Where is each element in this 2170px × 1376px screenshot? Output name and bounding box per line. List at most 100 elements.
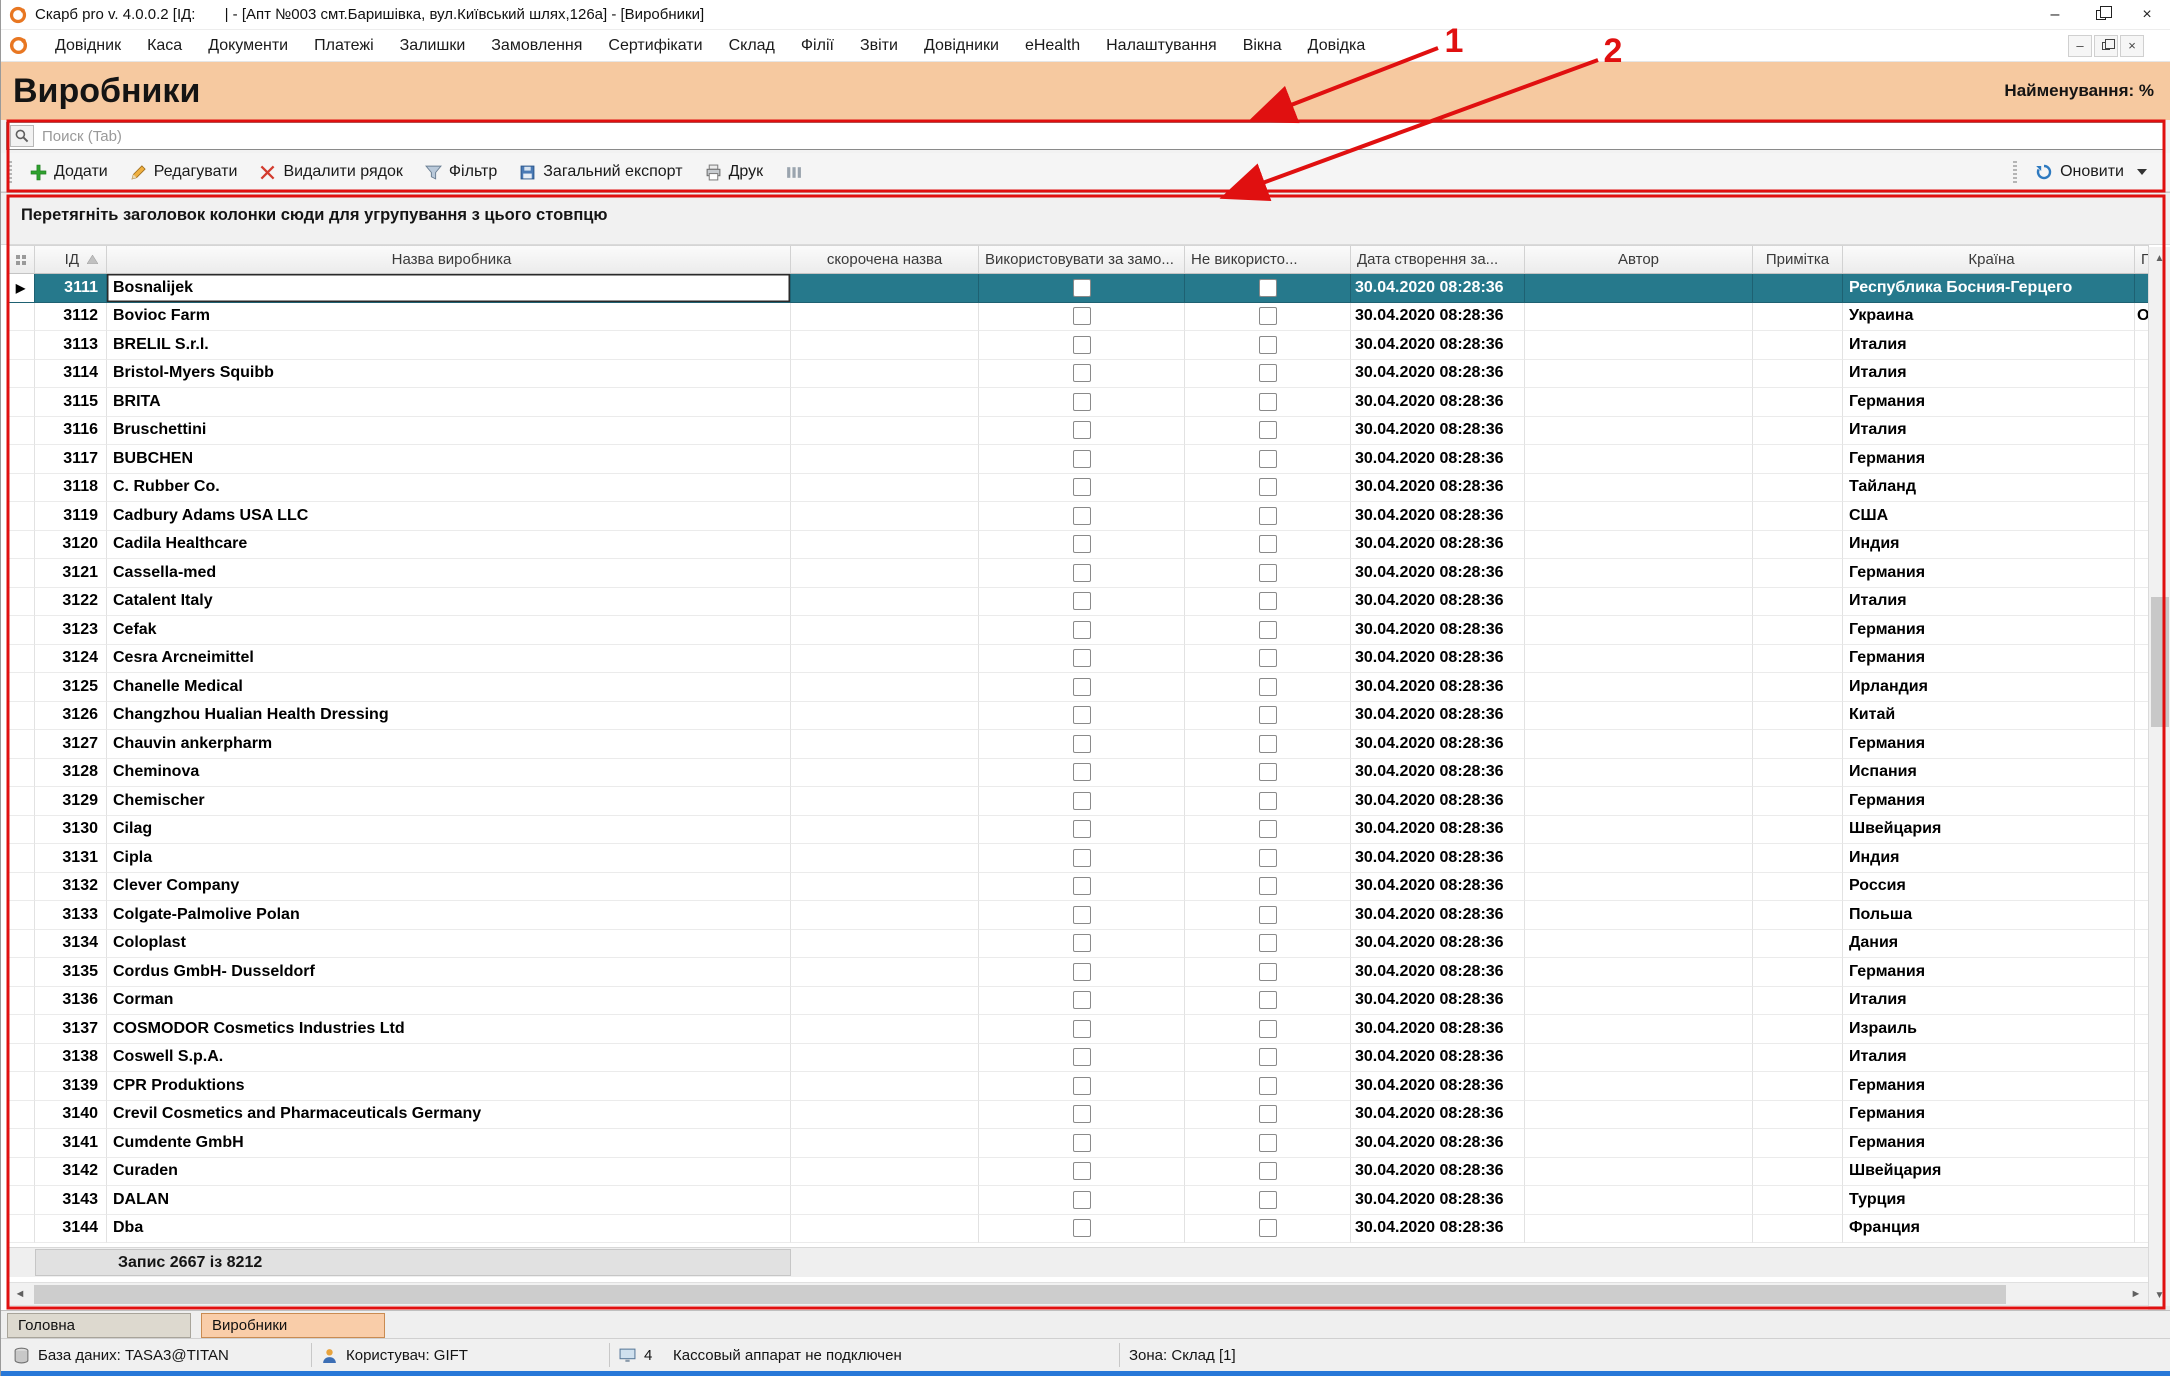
column-header-partial[interactable]: П xyxy=(2135,246,2149,273)
cell-not-used[interactable] xyxy=(1185,303,1351,332)
mdi-close-button[interactable]: × xyxy=(2120,35,2144,57)
close-button[interactable]: × xyxy=(2124,0,2170,29)
table-row[interactable]: 3129Chemischer30.04.2020 08:28:36Германи… xyxy=(7,787,2149,816)
cell-use-by-default[interactable] xyxy=(979,1101,1185,1130)
menu-item[interactable]: Довідник xyxy=(42,37,134,55)
cell-not-used[interactable] xyxy=(1185,958,1351,987)
table-row[interactable]: 3118C. Rubber Co.30.04.2020 08:28:36Тайл… xyxy=(7,474,2149,503)
vertical-scrollbar[interactable]: ▲ ▼ xyxy=(2148,247,2170,1306)
table-row[interactable]: 3123Cefak30.04.2020 08:28:36Германия xyxy=(7,616,2149,645)
cell-not-used[interactable] xyxy=(1185,987,1351,1016)
checkbox-unchecked[interactable] xyxy=(1259,421,1277,439)
print-button[interactable]: Друк xyxy=(694,157,775,187)
add-button[interactable]: Додати xyxy=(19,157,119,187)
menu-item[interactable]: Платежі xyxy=(301,37,387,55)
checkbox-unchecked[interactable] xyxy=(1073,1020,1091,1038)
checkbox-unchecked[interactable] xyxy=(1259,906,1277,924)
menu-item[interactable]: Замовлення xyxy=(478,37,595,55)
column-header-country[interactable]: Країна xyxy=(1843,246,2135,273)
cell-use-by-default[interactable] xyxy=(979,1186,1185,1215)
table-row[interactable]: 3117BUBCHEN30.04.2020 08:28:36Германия xyxy=(7,445,2149,474)
cell-not-used[interactable] xyxy=(1185,930,1351,959)
cell-use-by-default[interactable] xyxy=(979,1129,1185,1158)
menu-item[interactable]: Вікна xyxy=(1230,37,1295,55)
menu-item[interactable]: Сертифікати xyxy=(595,37,715,55)
cell-use-by-default[interactable] xyxy=(979,1072,1185,1101)
minimize-button[interactable]: – xyxy=(2032,0,2078,29)
table-row[interactable]: 3120Cadila Healthcare30.04.2020 08:28:36… xyxy=(7,531,2149,560)
table-row[interactable]: 3122Catalent Italy30.04.2020 08:28:36Ита… xyxy=(7,588,2149,617)
checkbox-unchecked[interactable] xyxy=(1259,706,1277,724)
mdi-restore-button[interactable] xyxy=(2094,35,2118,57)
cell-not-used[interactable] xyxy=(1185,388,1351,417)
vertical-scroll-thumb[interactable] xyxy=(2151,597,2169,727)
table-row[interactable]: 3131Cipla30.04.2020 08:28:36Индия xyxy=(7,844,2149,873)
cell-use-by-default[interactable] xyxy=(979,616,1185,645)
toolbar-grip[interactable] xyxy=(8,161,12,183)
cell-not-used[interactable] xyxy=(1185,417,1351,446)
cell-use-by-default[interactable] xyxy=(979,1044,1185,1073)
scroll-up-arrow[interactable]: ▲ xyxy=(2149,247,2170,269)
checkbox-unchecked[interactable] xyxy=(1073,621,1091,639)
menu-item[interactable]: eHealth xyxy=(1012,37,1093,55)
checkbox-unchecked[interactable] xyxy=(1073,336,1091,354)
cell-use-by-default[interactable] xyxy=(979,559,1185,588)
checkbox-unchecked[interactable] xyxy=(1259,621,1277,639)
checkbox-unchecked[interactable] xyxy=(1259,564,1277,582)
menu-item[interactable]: Звіти xyxy=(847,37,911,55)
export-button[interactable]: Загальний експорт xyxy=(508,157,693,187)
cell-not-used[interactable] xyxy=(1185,1072,1351,1101)
cell-use-by-default[interactable] xyxy=(979,645,1185,674)
checkbox-unchecked[interactable] xyxy=(1259,877,1277,895)
cell-not-used[interactable] xyxy=(1185,588,1351,617)
cell-use-by-default[interactable] xyxy=(979,445,1185,474)
cell-not-used[interactable] xyxy=(1185,474,1351,503)
checkbox-unchecked[interactable] xyxy=(1073,934,1091,952)
table-row[interactable]: 3141Cumdente GmbH30.04.2020 08:28:36Герм… xyxy=(7,1129,2149,1158)
cell-not-used[interactable] xyxy=(1185,873,1351,902)
checkbox-unchecked[interactable] xyxy=(1073,535,1091,553)
checkbox-unchecked[interactable] xyxy=(1073,649,1091,667)
checkbox-unchecked[interactable] xyxy=(1073,564,1091,582)
table-row[interactable]: 3114Bristol-Myers Squibb30.04.2020 08:28… xyxy=(7,360,2149,389)
filter-button[interactable]: Фільтр xyxy=(414,157,508,187)
cell-use-by-default[interactable] xyxy=(979,787,1185,816)
cell-not-used[interactable] xyxy=(1185,616,1351,645)
cell-not-used[interactable] xyxy=(1185,702,1351,731)
table-row[interactable]: 3143DALAN30.04.2020 08:28:36Турция xyxy=(7,1186,2149,1215)
checkbox-unchecked[interactable] xyxy=(1259,991,1277,1009)
checkbox-unchecked[interactable] xyxy=(1259,1105,1277,1123)
checkbox-unchecked[interactable] xyxy=(1259,307,1277,325)
checkbox-unchecked[interactable] xyxy=(1259,849,1277,867)
checkbox-unchecked[interactable] xyxy=(1259,1048,1277,1066)
group-by-bar[interactable]: Перетягніть заголовок колонки сюди для у… xyxy=(1,193,2170,245)
checkbox-unchecked[interactable] xyxy=(1073,507,1091,525)
restore-button[interactable] xyxy=(2078,0,2124,29)
cell-use-by-default[interactable] xyxy=(979,844,1185,873)
checkbox-unchecked[interactable] xyxy=(1073,735,1091,753)
checkbox-unchecked[interactable] xyxy=(1073,1048,1091,1066)
refresh-button[interactable]: Оновити xyxy=(2024,157,2158,187)
cell-not-used[interactable] xyxy=(1185,445,1351,474)
cell-not-used[interactable] xyxy=(1185,673,1351,702)
column-header-note[interactable]: Примітка xyxy=(1753,246,1843,273)
checkbox-unchecked[interactable] xyxy=(1073,450,1091,468)
table-row[interactable]: 3125Chanelle Medical30.04.2020 08:28:36И… xyxy=(7,673,2149,702)
checkbox-unchecked[interactable] xyxy=(1259,1162,1277,1180)
cell-not-used[interactable] xyxy=(1185,331,1351,360)
checkbox-unchecked[interactable] xyxy=(1073,963,1091,981)
cell-use-by-default[interactable] xyxy=(979,987,1185,1016)
checkbox-unchecked[interactable] xyxy=(1073,877,1091,895)
checkbox-unchecked[interactable] xyxy=(1073,1162,1091,1180)
table-row[interactable]: 3124Cesra Arcneimittel30.04.2020 08:28:3… xyxy=(7,645,2149,674)
table-row[interactable]: 3121Cassella-med30.04.2020 08:28:36Герма… xyxy=(7,559,2149,588)
table-row[interactable]: 3132Clever Company30.04.2020 08:28:36Рос… xyxy=(7,873,2149,902)
checkbox-unchecked[interactable] xyxy=(1073,706,1091,724)
column-header-name[interactable]: Назва виробника xyxy=(107,246,791,273)
cell-use-by-default[interactable] xyxy=(979,1158,1185,1187)
edit-button[interactable]: Редагувати xyxy=(119,157,249,187)
checkbox-unchecked[interactable] xyxy=(1073,678,1091,696)
table-row[interactable]: 3138Coswell S.p.A.30.04.2020 08:28:36Ита… xyxy=(7,1044,2149,1073)
table-row[interactable]: 3144Dba30.04.2020 08:28:36Франция xyxy=(7,1215,2149,1244)
cell-not-used[interactable] xyxy=(1185,901,1351,930)
